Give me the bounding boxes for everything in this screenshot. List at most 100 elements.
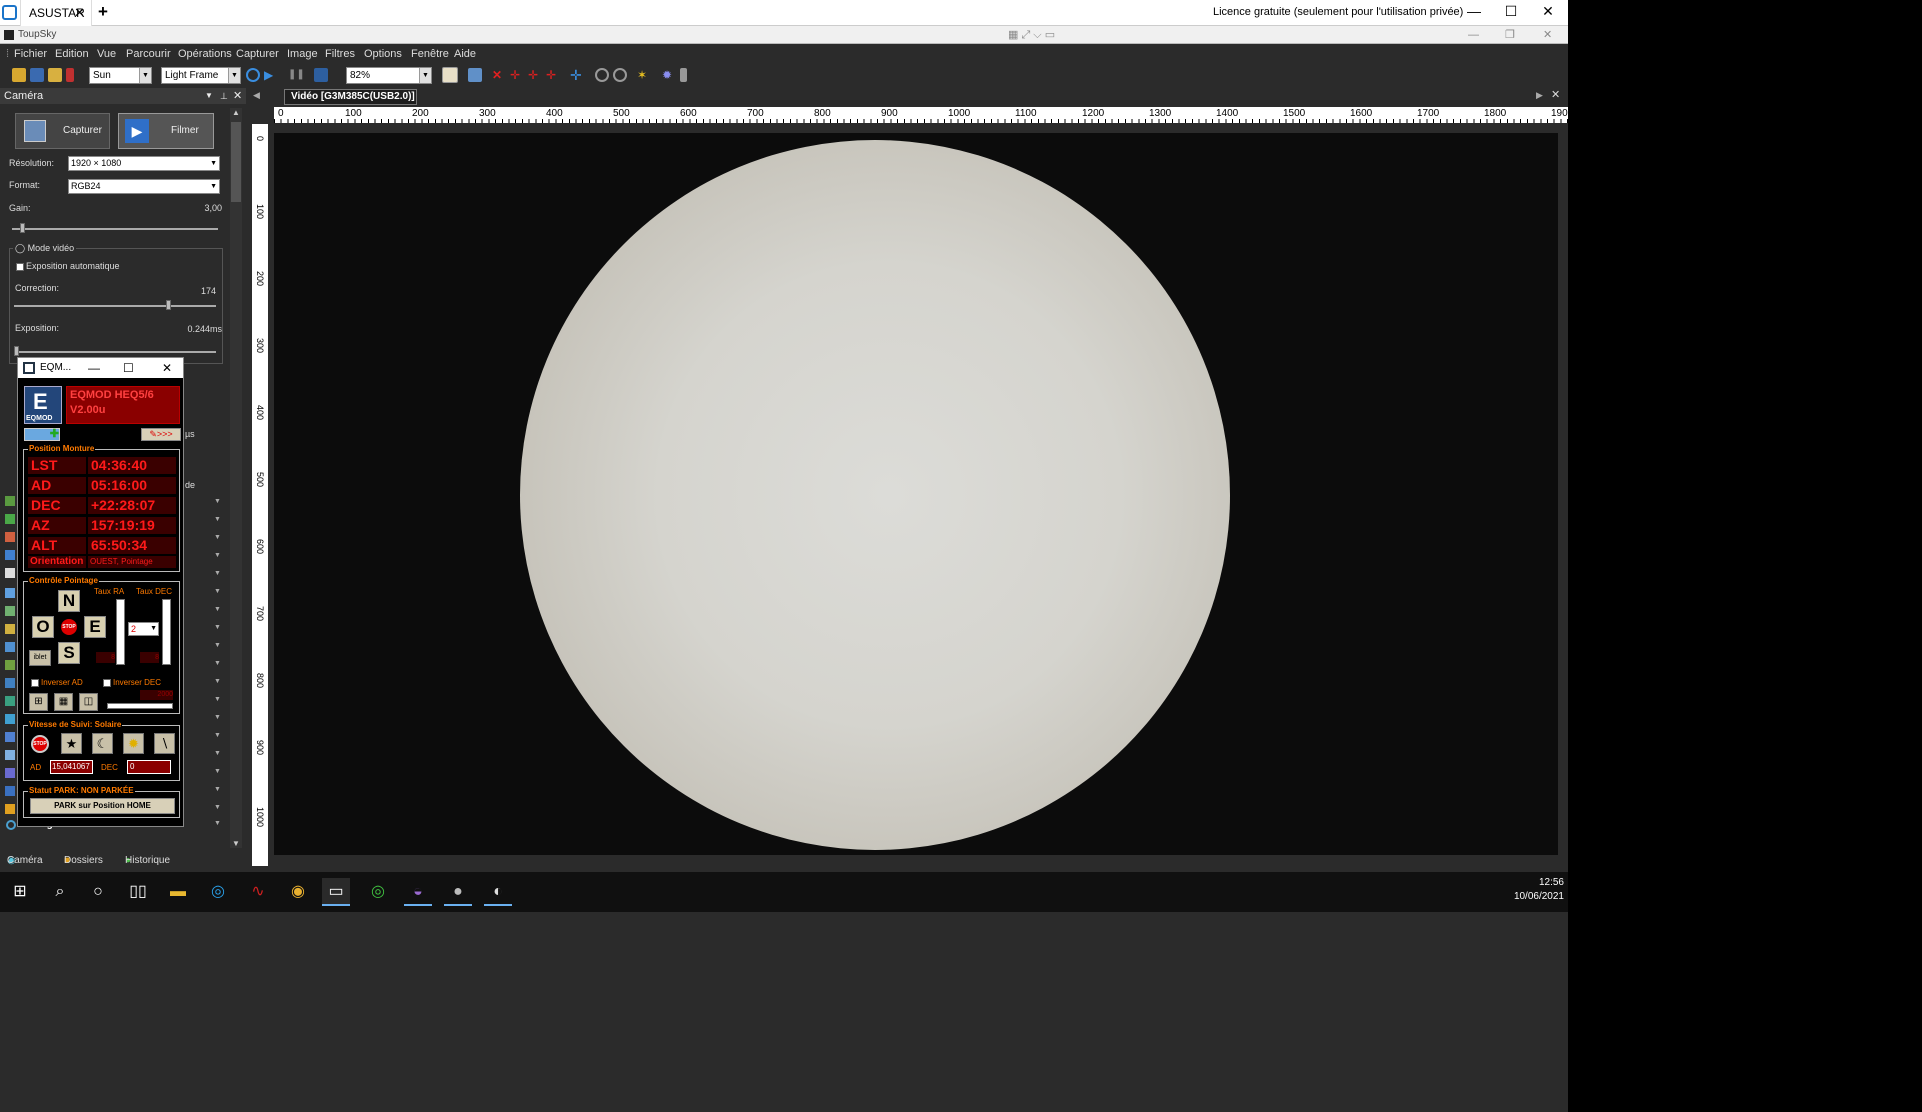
- app-minimize-button[interactable]: —: [1468, 26, 1479, 44]
- remote-desktop-icon[interactable]: ▭: [322, 878, 350, 906]
- menu-capturer[interactable]: Capturer: [236, 45, 279, 64]
- refresh-icon[interactable]: [246, 68, 260, 82]
- hand-tool-icon[interactable]: [442, 67, 458, 83]
- exposure-slider-thumb[interactable]: [14, 346, 20, 356]
- move-icon[interactable]: ✛: [570, 68, 584, 82]
- spiral-icon[interactable]: ◫: [79, 693, 98, 711]
- remote-toolbar-icons[interactable]: ▦ ⤢ ⌵ ▭: [1008, 26, 1055, 44]
- west-button[interactable]: O: [32, 616, 54, 638]
- menu-edition[interactable]: Edition: [55, 45, 89, 64]
- stop-tracking-icon[interactable]: STOP: [31, 735, 49, 753]
- tracking-ad-input[interactable]: 15,041067: [50, 760, 93, 774]
- save-icon[interactable]: [30, 68, 44, 82]
- close-tab-icon[interactable]: ✕: [74, 0, 85, 26]
- expand-arrow-icon[interactable]: ▼: [214, 624, 226, 631]
- resolution-select[interactable]: 1920 × 1080 ▼: [68, 156, 220, 171]
- app-close-button[interactable]: ✕: [1543, 26, 1552, 44]
- panel-scrollbar[interactable]: ▲ ▼: [230, 108, 242, 848]
- expand-arrow-icon[interactable]: ▼: [214, 588, 226, 595]
- rate-select[interactable]: 2 ▼: [128, 622, 159, 636]
- rotate-right-icon[interactable]: [613, 68, 627, 82]
- tool-icon[interactable]: [5, 606, 15, 616]
- play-icon[interactable]: ▶: [264, 68, 278, 82]
- correction-slider[interactable]: [14, 305, 216, 307]
- video-tab[interactable]: Vidéo [G3M385C(USB2.0)]: [284, 89, 417, 105]
- app-restore-button[interactable]: ❐: [1505, 26, 1515, 44]
- close-button[interactable]: ✕: [1538, 3, 1558, 20]
- record-icon[interactable]: [314, 68, 328, 82]
- frame-type-select[interactable]: Light Frame ▼: [161, 67, 241, 84]
- pause-icon[interactable]: ❚❚: [288, 68, 305, 82]
- south-button[interactable]: S: [58, 642, 80, 664]
- menu-parcourir[interactable]: Parcourir: [126, 45, 171, 64]
- app-icon[interactable]: ∿: [244, 878, 272, 906]
- custom-rate-icon[interactable]: ∖: [154, 733, 175, 754]
- tool-icon[interactable]: [5, 660, 15, 670]
- stop-button[interactable]: STOP: [61, 619, 77, 635]
- chrome-icon[interactable]: ◉: [284, 878, 312, 906]
- expand-arrow-icon[interactable]: ▼: [214, 642, 226, 649]
- park-button[interactable]: PARK sur Position HOME: [30, 798, 175, 814]
- expand-arrow-icon[interactable]: ▼: [214, 660, 226, 667]
- zoom-select[interactable]: 82% ▼: [346, 67, 432, 84]
- telescope-app-icon[interactable]: ◐: [484, 878, 512, 906]
- system-clock[interactable]: 12:56 10/06/2021: [1500, 876, 1564, 904]
- tool-icon[interactable]: [5, 750, 15, 760]
- expand-arrow-icon[interactable]: ▼: [214, 606, 226, 613]
- cross-icon[interactable]: ✕: [492, 68, 506, 82]
- expand-arrow-icon[interactable]: ▼: [214, 696, 226, 703]
- format-select[interactable]: RGB24 ▼: [68, 179, 220, 194]
- target-select[interactable]: Sun ▼: [89, 67, 152, 84]
- tool-icon[interactable]: [5, 714, 15, 724]
- next-tab-icon[interactable]: ▶: [1536, 90, 1543, 101]
- search-icon[interactable]: ⌕: [46, 878, 74, 906]
- add-connection-button[interactable]: ✚: [24, 428, 60, 441]
- tool-icon[interactable]: [5, 786, 15, 796]
- tool-icon[interactable]: [5, 768, 15, 778]
- scroll-up-icon[interactable]: ▲: [232, 108, 240, 117]
- correction-slider-thumb[interactable]: [165, 300, 171, 310]
- maximize-button[interactable]: ☐: [123, 358, 134, 378]
- close-video-tab-icon[interactable]: ✕: [1551, 88, 1560, 101]
- expand-arrow-icon[interactable]: ▼: [214, 678, 226, 685]
- expand-arrow-icon[interactable]: ▼: [214, 570, 226, 577]
- tool-icon[interactable]: [5, 588, 15, 598]
- close-button[interactable]: ✕: [162, 358, 172, 378]
- expand-arrow-icon[interactable]: ▼: [214, 552, 226, 559]
- open-folder-icon[interactable]: [12, 68, 26, 82]
- settings-icon[interactable]: ✹: [662, 68, 676, 82]
- folder-icon[interactable]: [48, 68, 62, 82]
- stars-icon[interactable]: ✶: [637, 68, 651, 82]
- solar-icon[interactable]: ✹: [123, 733, 144, 754]
- tool-icon[interactable]: [5, 804, 15, 814]
- auto-exposure-checkbox[interactable]: Exposition automatique: [16, 261, 120, 271]
- expand-arrow-icon[interactable]: ▼: [214, 786, 226, 793]
- slew-slider[interactable]: [107, 703, 173, 709]
- invert-dec-checkbox[interactable]: Inverser DEC: [103, 678, 161, 687]
- expand-arrow-icon[interactable]: ▼: [214, 804, 226, 811]
- lunar-icon[interactable]: ☾: [92, 733, 113, 754]
- exposure-slider[interactable]: [14, 351, 216, 353]
- menu-operations[interactable]: Opérations: [178, 45, 232, 64]
- grid-icon[interactable]: ▦: [54, 693, 73, 711]
- panel-dropdown-icon[interactable]: ▼: [205, 88, 213, 104]
- menu-options[interactable]: Options: [364, 45, 402, 64]
- minimize-button[interactable]: —: [1464, 3, 1484, 19]
- planet-app-icon[interactable]: ●: [444, 878, 472, 906]
- prev-tab-icon[interactable]: ◀: [253, 90, 260, 101]
- tool-icon[interactable]: [5, 532, 15, 542]
- tracking-dec-input[interactable]: 0: [127, 760, 171, 774]
- pin-icon[interactable]: [66, 68, 74, 82]
- eqmod-title-bar[interactable]: EQM... — ☐ ✕: [18, 358, 183, 378]
- tool-icon[interactable]: [5, 732, 15, 742]
- tool-icon[interactable]: [5, 624, 15, 634]
- tool-icon[interactable]: [5, 496, 15, 506]
- sidereal-icon[interactable]: ★: [61, 733, 82, 754]
- expand-arrow-icon[interactable]: ▼: [214, 732, 226, 739]
- expand-arrow-icon[interactable]: ▼: [214, 714, 226, 721]
- scrollbar-thumb[interactable]: [231, 122, 241, 202]
- stellarium-icon[interactable]: ◒: [404, 878, 432, 906]
- pin-panel-icon[interactable]: ⊥: [220, 88, 228, 104]
- tool-icon[interactable]: [5, 514, 15, 524]
- expand-arrow-icon[interactable]: ▼: [214, 534, 226, 541]
